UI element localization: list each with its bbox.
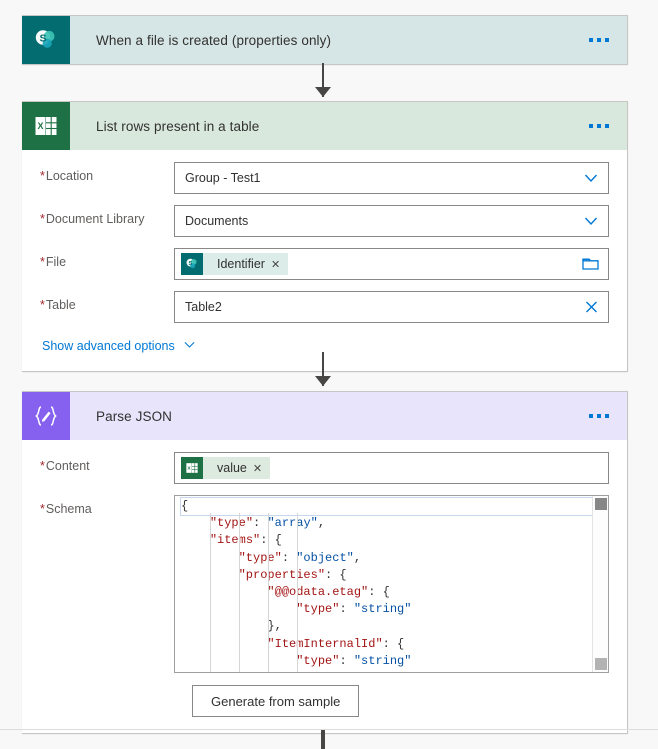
chevron-down-icon[interactable] [582, 212, 600, 230]
field-row-location: *Location Group - Test1 [40, 162, 609, 194]
schema-vertical-scrollbar[interactable] [592, 496, 608, 672]
excel-icon: X [181, 457, 203, 479]
content-label: *Content [40, 459, 90, 473]
parse-json-more-options-button[interactable] [589, 414, 609, 418]
flow-designer-canvas: S When a file is created (properties onl… [0, 0, 658, 749]
remove-token-icon[interactable]: ✕ [271, 258, 288, 271]
connector-line-3 [321, 730, 325, 749]
svg-text:S: S [189, 261, 193, 267]
excel-icon: X [22, 102, 70, 150]
code-line: "type": "string" [296, 653, 412, 668]
show-advanced-options-label: Show advanced options [42, 339, 175, 353]
document-library-label: *Document Library [40, 212, 145, 226]
code-line: { [180, 496, 592, 517]
field-row-document-library: *Document Library Documents [40, 205, 609, 237]
required-asterisk: * [40, 212, 45, 226]
code-line: "type": "string" [296, 602, 412, 617]
svg-text:S: S [39, 32, 46, 44]
document-library-dropdown[interactable]: Documents [174, 205, 609, 237]
connector-arrow-2 [315, 376, 331, 386]
scroll-up-button[interactable] [595, 498, 607, 510]
field-row-content: *Content X value ✕ [40, 452, 609, 484]
scroll-down-button[interactable] [595, 658, 607, 670]
list-rows-more-options-button[interactable] [589, 124, 609, 128]
parse-json-card-body: *Content X value ✕ *Schema {"type": "ar… [22, 440, 627, 733]
trigger-more-options-button[interactable] [589, 38, 609, 42]
field-row-schema: *Schema { "type": "array", "items": { "t… [40, 495, 609, 673]
chevron-down-icon[interactable] [582, 169, 600, 187]
indent-guide [238, 513, 240, 672]
token-label: Identifier [217, 257, 265, 271]
list-rows-title: List rows present in a table [96, 118, 260, 134]
sharepoint-icon: S [181, 253, 203, 275]
action-card-list-rows-present-in-a-table[interactable]: X List rows present in a table *Location… [22, 101, 628, 372]
schema-label: *Schema [40, 502, 92, 516]
folder-picker-icon[interactable] [582, 256, 600, 272]
generate-from-sample-button[interactable]: Generate from sample [192, 685, 360, 717]
required-asterisk: * [40, 298, 45, 312]
remove-token-icon[interactable]: ✕ [253, 462, 270, 475]
table-label: *Table [40, 298, 76, 312]
connector-arrow-1 [315, 87, 331, 97]
list-rows-card-header[interactable]: X List rows present in a table [22, 102, 627, 150]
code-line: "properties": { [238, 567, 347, 582]
table-value: Table2 [185, 300, 222, 314]
required-asterisk: * [40, 169, 45, 183]
schema-code-content[interactable]: { "type": "array", "items": { "type": "o… [175, 496, 592, 672]
trigger-title: When a file is created (properties only) [96, 32, 332, 48]
code-line: "ItemInternalId": { [267, 636, 405, 651]
dynamic-content-token-value[interactable]: X value ✕ [181, 457, 271, 479]
code-line: "type": "object", [238, 550, 362, 565]
parse-json-title: Parse JSON [96, 408, 173, 424]
dynamic-content-token-identifier[interactable]: S Identifier ✕ [181, 253, 289, 275]
schema-code-editor[interactable]: { "type": "array", "items": { "type": "o… [174, 495, 609, 673]
content-input[interactable]: X value ✕ [174, 452, 609, 484]
code-line: "items": { [209, 533, 282, 548]
required-asterisk: * [40, 255, 45, 269]
field-row-table: *Table Table2 [40, 291, 609, 323]
indent-guide [209, 513, 211, 672]
location-value: Group - Test1 [185, 171, 261, 185]
file-label: *File [40, 255, 67, 269]
location-dropdown[interactable]: Group - Test1 [174, 162, 609, 194]
list-rows-card-body: *Location Group - Test1 *Document Librar… [22, 150, 627, 371]
json-icon [22, 392, 70, 440]
table-input[interactable]: Table2 [174, 291, 609, 323]
action-card-parse-json[interactable]: Parse JSON *Content X value ✕ *Schema {… [22, 391, 628, 734]
field-row-file: *File S Identifier ✕ [40, 248, 609, 280]
trigger-card-header[interactable]: S When a file is created (properties onl… [22, 16, 627, 64]
document-library-value: Documents [185, 214, 249, 228]
code-line: }, [267, 619, 282, 634]
required-asterisk: * [40, 502, 45, 516]
code-line: "@@odata.etag": { [267, 584, 390, 599]
svg-text:X: X [37, 121, 43, 131]
code-line: "type": "array", [209, 516, 326, 531]
required-asterisk: * [40, 459, 45, 473]
trigger-card-when-a-file-is-created[interactable]: S When a file is created (properties onl… [22, 15, 628, 65]
show-advanced-options-link[interactable]: Show advanced options [42, 337, 197, 355]
token-label: value [217, 461, 247, 475]
file-input[interactable]: S Identifier ✕ [174, 248, 609, 280]
page-boundary-line [0, 729, 658, 730]
indent-guide [296, 513, 298, 672]
parse-json-card-header[interactable]: Parse JSON [22, 392, 627, 440]
sharepoint-icon: S [22, 16, 70, 64]
clear-icon[interactable] [583, 299, 600, 316]
chevron-down-icon [182, 337, 197, 355]
indent-guide [267, 513, 269, 672]
location-label: *Location [40, 169, 94, 183]
